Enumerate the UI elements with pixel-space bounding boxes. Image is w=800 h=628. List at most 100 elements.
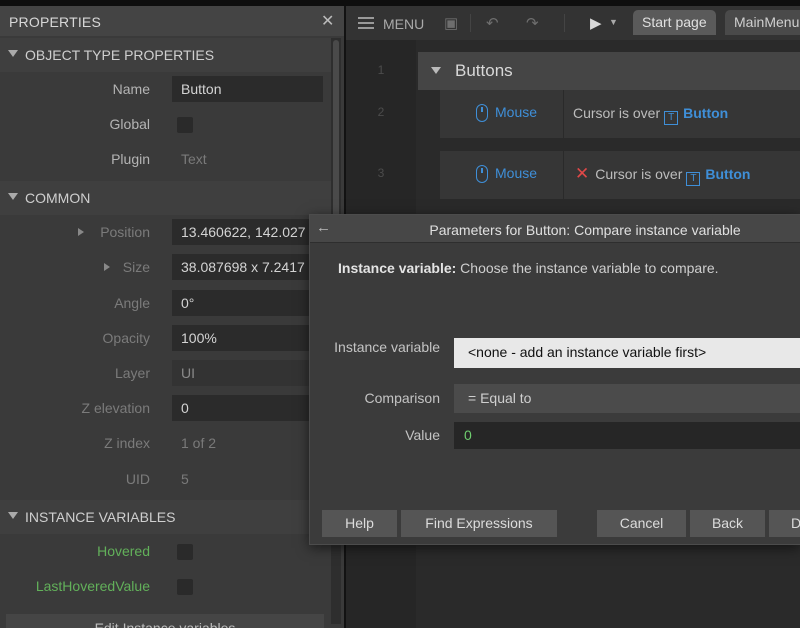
description-heading: Instance variable: xyxy=(338,260,457,276)
property-row-layer: Layer UI xyxy=(0,356,331,391)
layer-select[interactable]: UI xyxy=(172,360,323,386)
property-row-size: Size 38.087698 x 7.2417 xyxy=(0,250,331,285)
collapse-triangle-icon[interactable] xyxy=(431,67,441,74)
property-label: Z index xyxy=(104,435,150,451)
text-object-icon: T xyxy=(664,111,679,125)
property-label: Size xyxy=(122,259,150,275)
close-icon[interactable]: ✕ xyxy=(321,11,334,31)
property-row-angle: Angle 0° xyxy=(0,286,331,321)
back-button[interactable]: Back xyxy=(690,510,765,537)
mouse-icon xyxy=(476,165,488,183)
collapse-triangle-icon xyxy=(8,50,18,57)
event-object-cell[interactable]: Mouse xyxy=(440,90,564,138)
dialog-title-bar: ← Parameters for Button: Compare instanc… xyxy=(310,215,800,243)
chevron-down-icon[interactable]: ▼ xyxy=(609,17,618,27)
edit-instance-variables-button[interactable]: Edit Instance variables xyxy=(6,614,324,628)
event-object-cell[interactable]: Mouse xyxy=(440,151,564,199)
group-title: Buttons xyxy=(455,61,513,80)
property-row-opacity: Opacity 100% xyxy=(0,321,331,356)
global-checkbox[interactable] xyxy=(177,117,193,133)
redo-icon[interactable]: ↷ xyxy=(526,14,539,32)
play-preview-icon[interactable]: ▶ xyxy=(590,14,602,32)
undo-icon[interactable]: ↶ xyxy=(486,14,499,32)
property-label: UID xyxy=(125,471,150,487)
collapse-triangle-icon xyxy=(8,193,18,200)
find-expressions-button[interactable]: Find Expressions xyxy=(401,510,557,537)
property-row-global: Global xyxy=(0,107,331,142)
property-label: Position xyxy=(100,224,150,240)
property-label: Plugin xyxy=(111,151,150,167)
size-input[interactable]: 38.087698 x 7.2417 xyxy=(172,254,323,280)
z-elevation-input[interactable]: 0 xyxy=(172,395,323,421)
instance-variable-select[interactable]: <none - add an instance variable first> xyxy=(454,338,800,368)
save-icon[interactable]: ▣ xyxy=(444,14,458,32)
line-number: 1 xyxy=(377,63,385,77)
angle-input[interactable]: 0° xyxy=(172,290,323,316)
toolbar-separator xyxy=(470,14,471,32)
event-object-name: Mouse xyxy=(495,104,538,120)
section-label: COMMON xyxy=(25,190,91,206)
property-row-z-index: Z index 1 of 2 xyxy=(0,426,331,461)
opacity-input[interactable]: 100% xyxy=(172,325,323,351)
value-input[interactable]: 0 xyxy=(454,422,800,449)
property-row-z-elevation: Z elevation 0 xyxy=(0,391,331,426)
instance-variable-label: Hovered xyxy=(97,543,150,559)
property-label: Layer xyxy=(114,365,150,381)
comparison-label: Comparison xyxy=(364,390,440,406)
event-block[interactable]: Mouse ✕ Cursor is over T Button xyxy=(440,151,800,199)
event-object-name: Mouse xyxy=(495,165,538,181)
expand-arrow-icon[interactable] xyxy=(78,228,84,236)
editor-toolbar: MENU ▣ ↶ ↷ ▶ ▼ Start page MainMenu xyxy=(346,6,800,40)
value-label: Value xyxy=(405,427,440,443)
cancel-button[interactable]: Cancel xyxy=(597,510,686,537)
condition-text: Cursor is over xyxy=(573,105,661,121)
event-block[interactable]: Mouse Cursor is over T Button xyxy=(440,90,800,138)
property-row-last-hovered-value: LastHoveredValue xyxy=(0,569,331,604)
properties-panel: PROPERTIES ✕ OBJECT TYPE PROPERTIES Name… xyxy=(0,6,344,628)
collapse-triangle-icon xyxy=(8,512,18,519)
section-instance-variables[interactable]: INSTANCE VARIABLES xyxy=(0,500,331,534)
plugin-value: Text xyxy=(181,151,207,167)
name-input[interactable]: Button xyxy=(172,76,323,102)
done-button[interactable]: Done xyxy=(769,510,800,537)
dialog-description: Instance variable: Choose the instance v… xyxy=(338,260,719,276)
comparison-dropdown[interactable]: = Equal to xyxy=(454,384,800,413)
property-row-position: Position 13.460622, 142.027 xyxy=(0,215,331,250)
instance-variable-label: LastHoveredValue xyxy=(35,578,150,594)
event-condition[interactable]: Cursor is over T Button xyxy=(573,105,728,125)
tab-mainmenu[interactable]: MainMenu xyxy=(725,10,800,35)
dialog-title: Parameters for Button: Compare instance … xyxy=(429,222,741,238)
property-label: Z elevation xyxy=(81,400,150,416)
section-label: INSTANCE VARIABLES xyxy=(25,509,176,525)
text-object-icon: T xyxy=(686,172,701,186)
hovered-checkbox[interactable] xyxy=(177,544,193,560)
section-common[interactable]: COMMON xyxy=(0,181,331,215)
property-label: Opacity xyxy=(102,330,150,346)
tab-start-page[interactable]: Start page xyxy=(633,10,716,35)
last-hovered-value-checkbox[interactable] xyxy=(177,579,193,595)
line-number: 2 xyxy=(377,105,385,119)
property-label: Global xyxy=(109,116,150,132)
properties-title: PROPERTIES xyxy=(9,14,101,30)
description-text: Choose the instance variable to compare. xyxy=(456,260,719,276)
property-row-plugin: Plugin Text xyxy=(0,142,331,177)
event-group-header[interactable]: Buttons xyxy=(418,52,800,90)
z-index-value: 1 of 2 xyxy=(181,435,217,451)
toolbar-separator xyxy=(564,14,565,32)
expand-arrow-icon[interactable] xyxy=(104,263,110,271)
property-row-uid: UID 5 xyxy=(0,462,331,497)
hamburger-menu-icon[interactable] xyxy=(358,17,374,29)
properties-header: PROPERTIES ✕ xyxy=(0,6,344,36)
instance-variable-label: Instance variable xyxy=(334,339,440,355)
section-object-type-properties[interactable]: OBJECT TYPE PROPERTIES xyxy=(0,38,331,72)
position-input[interactable]: 13.460622, 142.027 xyxy=(172,219,323,245)
property-row-name: Name Button xyxy=(0,72,331,107)
condition-text: Cursor is over xyxy=(595,166,683,182)
help-button[interactable]: Help xyxy=(322,510,397,537)
event-condition[interactable]: ✕ Cursor is over T Button xyxy=(575,164,750,186)
menu-button[interactable]: MENU xyxy=(383,16,424,32)
condition-target: Button xyxy=(705,166,751,182)
uid-value: 5 xyxy=(181,471,189,487)
mouse-icon xyxy=(476,104,488,122)
parameters-dialog: ← Parameters for Button: Compare instanc… xyxy=(309,214,800,545)
